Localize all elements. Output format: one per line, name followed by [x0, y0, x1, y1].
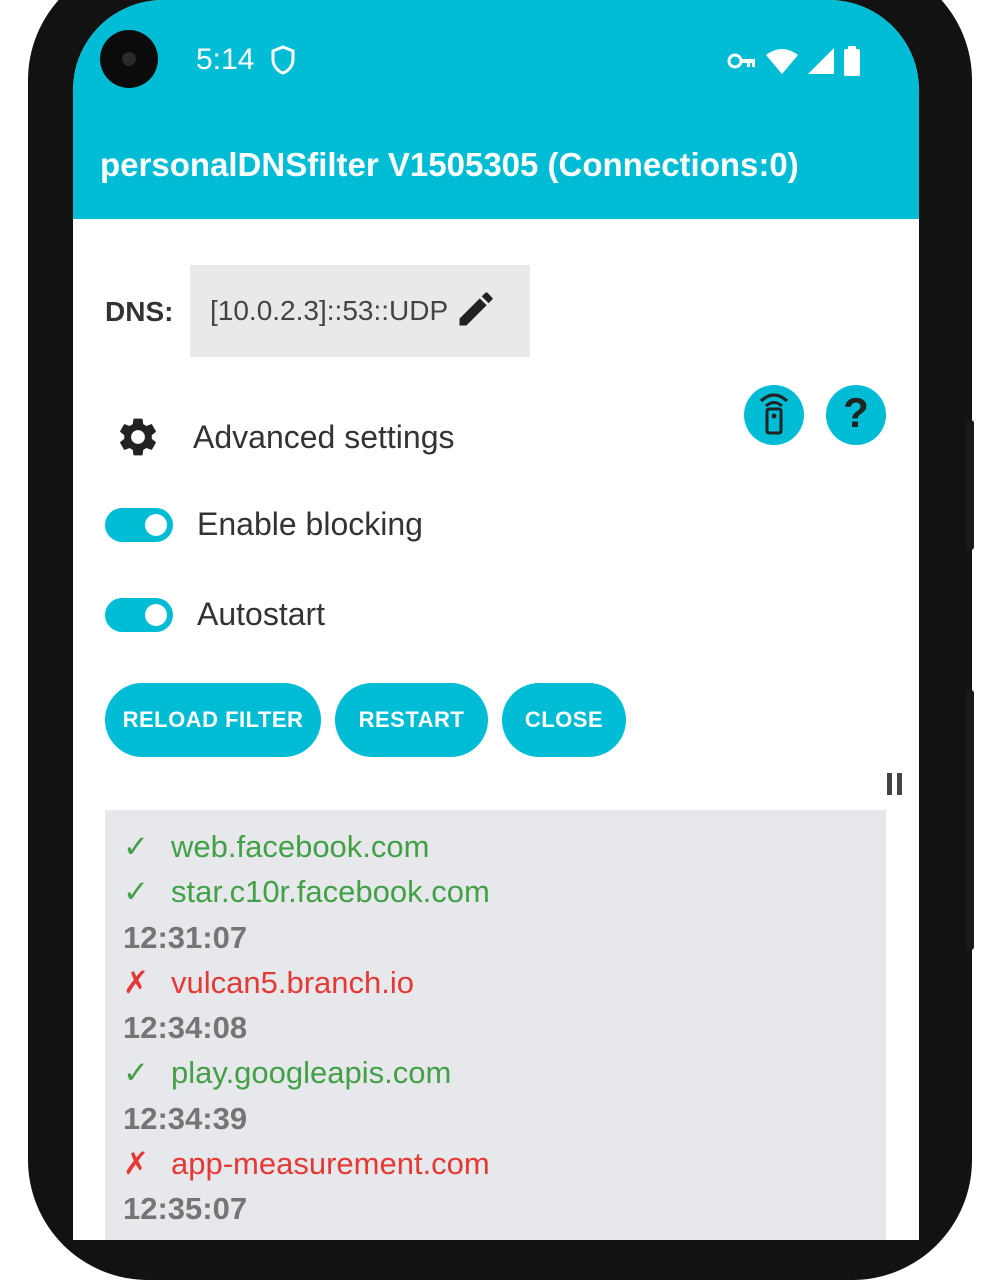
- log-line: 12:34:08: [123, 1005, 868, 1050]
- log-line: 12:31:07: [123, 915, 868, 960]
- log-entry-text: 12:31:07: [123, 919, 248, 955]
- app-bar: 5:14 personalDNSfilter V1505305 (Connect…: [73, 0, 919, 219]
- dns-server-value: [10.0.2.3]::53::UDP: [210, 295, 449, 326]
- advanced-settings-row[interactable]: Advanced settings: [105, 414, 455, 460]
- log-status-mark: ✓: [123, 1055, 149, 1091]
- phone-power-button: [966, 690, 974, 950]
- log-entry-text: 12:34:08: [123, 1010, 248, 1046]
- wifi-icon: [765, 47, 799, 80]
- phone-volume-button: [966, 420, 974, 550]
- log-status-mark: ✓: [123, 829, 149, 864]
- reload-filter-button[interactable]: RELOAD FILTER: [105, 683, 321, 757]
- phone-screen: 5:14 personalDNSfilter V1505305 (Connect…: [73, 0, 919, 1240]
- remote-control-button[interactable]: [744, 385, 804, 445]
- pencil-icon[interactable]: [454, 287, 498, 336]
- autostart-toggle[interactable]: [105, 597, 173, 632]
- log-line: 12:35:07: [123, 1186, 868, 1231]
- enable-blocking-row: Enable blocking: [105, 506, 423, 543]
- log-entry-text: 12:34:39: [123, 1100, 248, 1136]
- log-line: ✓ play.googleapis.com: [123, 1050, 868, 1095]
- log-line: 12:34:39: [123, 1096, 868, 1141]
- front-camera: [100, 30, 158, 88]
- autostart-row: Autostart: [105, 596, 325, 633]
- shield-icon: [271, 45, 295, 80]
- status-icons: [727, 46, 861, 81]
- svg-text:?: ?: [843, 391, 869, 435]
- enable-blocking-toggle[interactable]: [105, 507, 173, 542]
- autostart-label: Autostart: [197, 596, 326, 632]
- log-entry-text: star.c10r.facebook.com: [171, 874, 490, 910]
- log-entry-text: vulcan5.branch.io: [171, 964, 414, 1000]
- gear-icon: [115, 414, 161, 460]
- log-status-mark: ✗: [123, 964, 149, 1000]
- help-icon: ?: [841, 389, 871, 440]
- log-entry-text: web.facebook.com: [171, 829, 430, 864]
- pause-icon[interactable]: [887, 773, 902, 795]
- vpn-key-icon: [727, 51, 757, 76]
- log-entry-text: 12:35:07: [123, 1191, 248, 1227]
- log-entry-text: play.googleapis.com: [171, 1055, 452, 1091]
- dns-label: DNS:: [105, 296, 174, 327]
- cellular-signal-icon: [807, 47, 835, 80]
- battery-icon: [843, 46, 861, 81]
- app-title: personalDNSfilter V1505305 (Connections:…: [100, 146, 799, 183]
- log-status-mark: ✓: [123, 874, 149, 910]
- remote-control-icon: [757, 391, 791, 440]
- status-time: 5:14: [196, 43, 255, 76]
- help-button[interactable]: ?: [826, 385, 886, 445]
- log-line: ✓ web.facebook.com: [123, 824, 868, 869]
- advanced-settings-label: Advanced settings: [193, 418, 455, 455]
- log-line: ✓ star.c10r.facebook.com: [123, 869, 868, 914]
- dns-log-panel[interactable]: ✓ web.facebook.com ✓ star.c10r.facebook.co…: [105, 810, 886, 1240]
- restart-button[interactable]: RESTART: [335, 683, 488, 757]
- enable-blocking-label: Enable blocking: [197, 506, 423, 542]
- dns-server-field[interactable]: [10.0.2.3]::53::UDP: [190, 265, 530, 357]
- close-button[interactable]: CLOSE: [502, 683, 626, 757]
- log-status-mark: ✗: [123, 1146, 149, 1182]
- log-line: ✗ app-measurement.com: [123, 1141, 868, 1186]
- log-entry-text: app-measurement.com: [171, 1146, 490, 1182]
- log-line: ✗ vulcan5.branch.io: [123, 960, 868, 1005]
